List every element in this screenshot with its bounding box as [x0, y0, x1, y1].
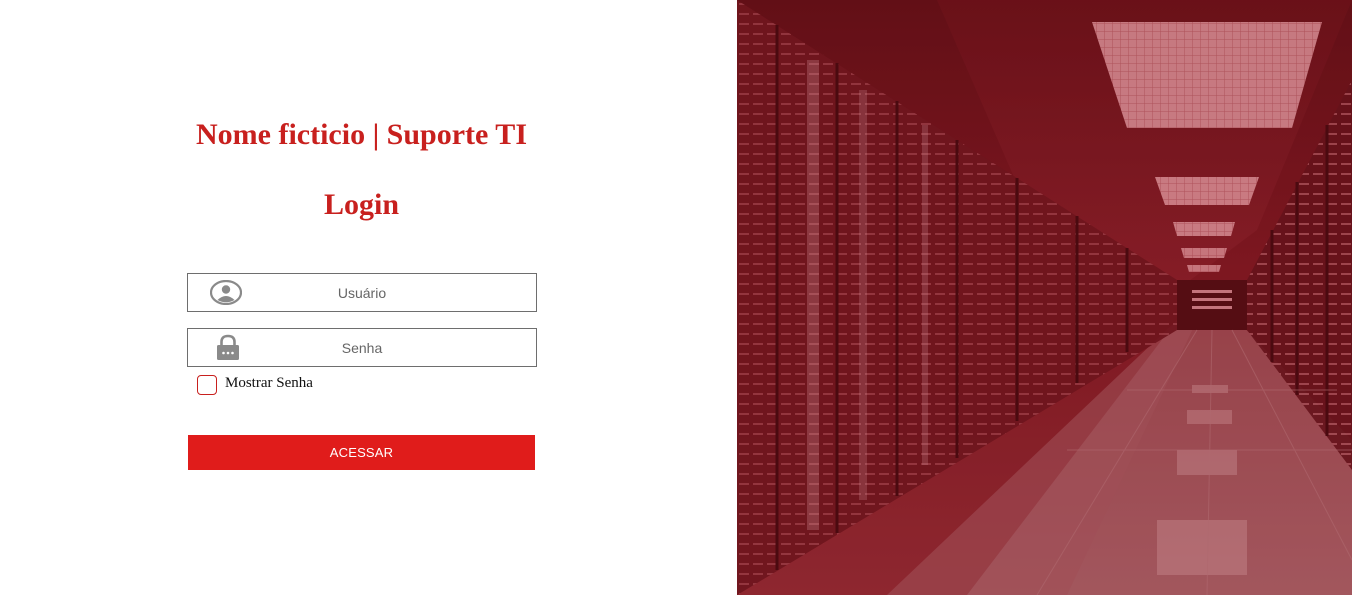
login-heading: Login: [323, 188, 400, 221]
password-input[interactable]: [188, 329, 536, 366]
server-room-illustration: [737, 0, 1352, 595]
show-password-toggle[interactable]: Mostrar Senha: [197, 375, 313, 395]
password-field[interactable]: [187, 328, 537, 367]
hero-image: [737, 0, 1352, 595]
show-password-label: Mostrar Senha: [225, 374, 313, 391]
submit-button[interactable]: ACESSAR: [188, 435, 535, 470]
login-panel: Nome ficticio | Suporte TI Login Mostrar: [0, 0, 737, 595]
show-password-checkbox[interactable]: [197, 375, 217, 395]
username-field[interactable]: [187, 273, 537, 312]
brand-title: Nome ficticio | Suporte TI: [195, 118, 527, 151]
username-input[interactable]: [188, 274, 536, 311]
